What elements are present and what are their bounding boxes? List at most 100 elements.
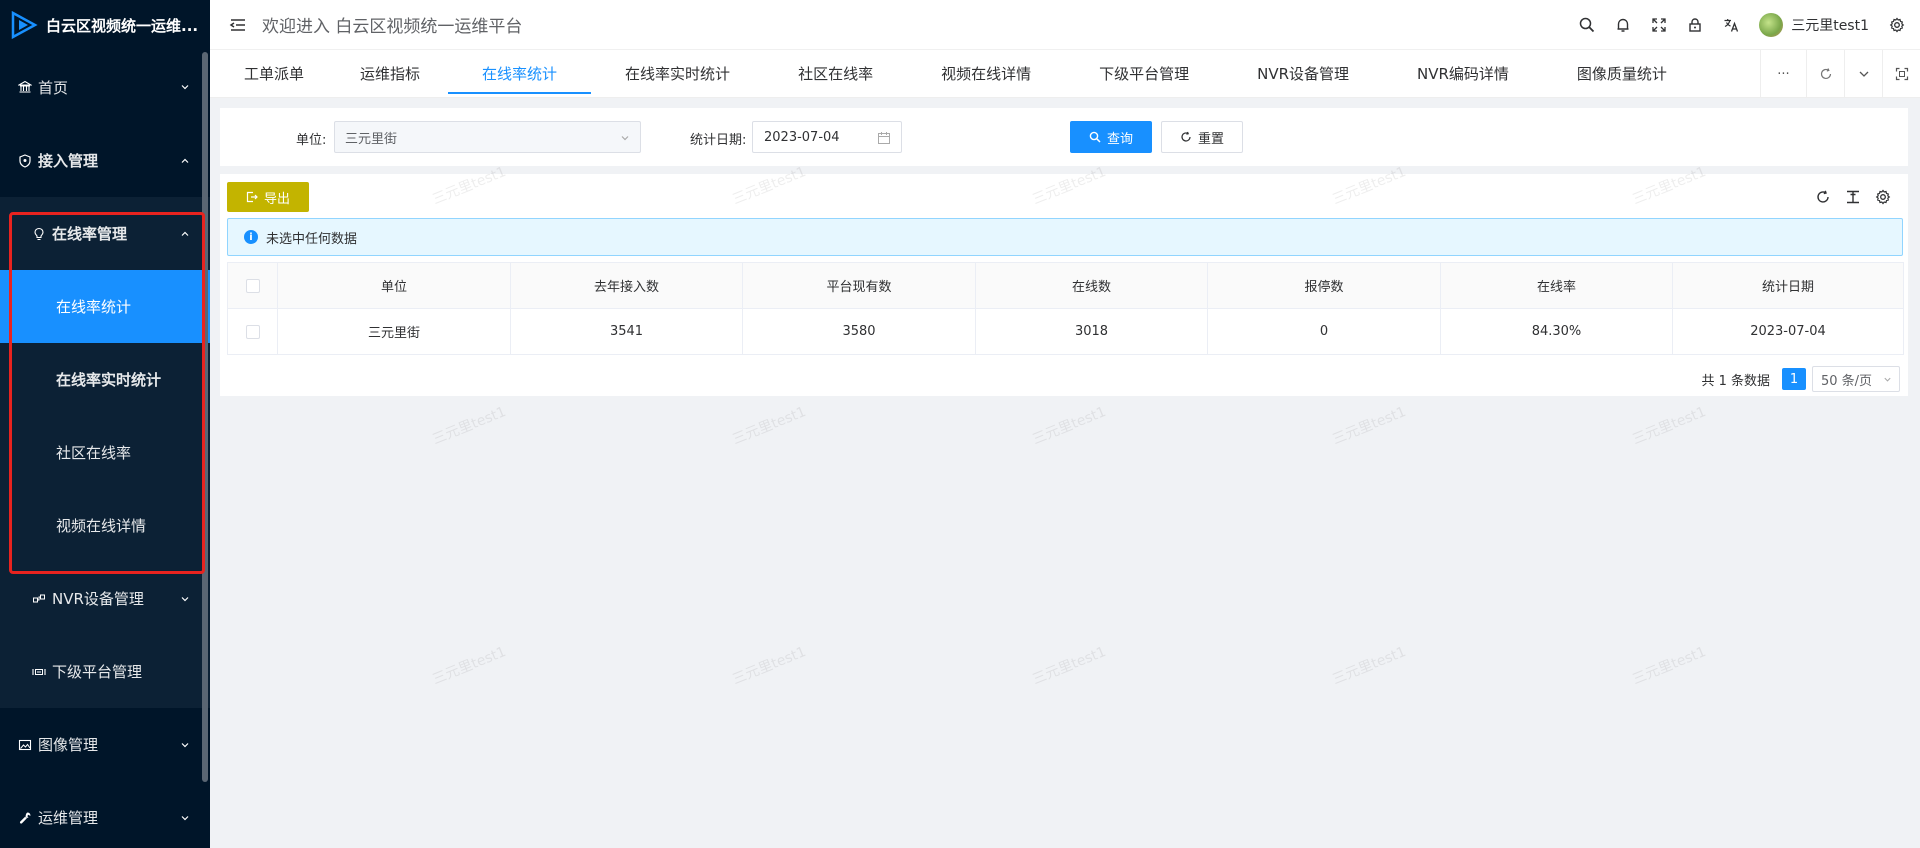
info-icon: i (244, 230, 258, 244)
search-icon[interactable] (1578, 16, 1596, 34)
page-size-select[interactable]: 50 条/页 (1812, 366, 1900, 392)
tab-online-rate-realtime[interactable]: 在线率实时统计 (591, 50, 764, 98)
logo: 白云区视频统一运维... (0, 0, 210, 50)
chevron-up-icon (181, 231, 189, 236)
table-row[interactable]: 三元里街 3541 3580 3018 0 84.30% 2023-07-04 (227, 308, 1904, 355)
sidebar-item-label: 在线率统计 (56, 298, 132, 316)
tab-community-online-rate[interactable]: 社区在线率 (764, 50, 907, 98)
fullscreen-icon[interactable] (1650, 16, 1668, 34)
menu-fold-icon[interactable] (228, 15, 248, 35)
column-header[interactable]: 去年接入数 (510, 262, 743, 309)
tab-online-rate-stats[interactable]: 在线率统计 (448, 50, 592, 98)
watermark-text: 三元里test1 (730, 643, 809, 688)
sidebar-scrollbar[interactable] (202, 52, 208, 782)
watermark-text: 三元里test1 (730, 403, 809, 448)
gear-icon[interactable] (1888, 16, 1906, 34)
table-cell: 2023-07-04 (1672, 308, 1904, 355)
sidebar-item-home[interactable]: 首页 (0, 50, 210, 124)
density-icon[interactable] (1844, 188, 1862, 206)
sidebar-item-label: 首页 (38, 78, 69, 97)
tab-label: 视频在线详情 (941, 65, 1032, 83)
date-picker[interactable]: 2023-07-04 (752, 121, 902, 153)
refresh-tab-icon[interactable] (1806, 50, 1844, 98)
sidebar-item-ops-management[interactable]: 运维管理 (0, 781, 210, 848)
sidebar-item-label: 图像管理 (38, 736, 99, 754)
query-button-label: 查询 (1106, 131, 1133, 147)
reset-button[interactable]: 重置 (1161, 121, 1243, 153)
pagination: 共 1 条数据 1 50 条/页 (1701, 366, 1900, 392)
tab-work-order[interactable]: 工单派单 (220, 50, 332, 98)
username[interactable]: 三元里test1 (1791, 15, 1869, 35)
column-header[interactable]: 单位 (277, 262, 511, 309)
watermark-text: 三元里test1 (1330, 643, 1409, 688)
sidebar-item-label: 在线率实时统计 (56, 371, 162, 389)
sidebar-item-online-rate-stats[interactable]: 在线率统计 (0, 270, 210, 343)
sidebar-item-label: 运维管理 (38, 809, 99, 827)
tab-label: 社区在线率 (798, 65, 874, 83)
tab-sub-platform[interactable]: 下级平台管理 (1065, 50, 1223, 98)
picture-icon (18, 738, 32, 752)
wrench-icon (18, 811, 32, 825)
expand-icon[interactable] (1882, 50, 1920, 98)
sidebar-item-online-rate-realtime[interactable]: 在线率实时统计 (0, 343, 210, 416)
translate-icon[interactable] (1722, 16, 1740, 34)
unit-select[interactable]: 三元里街 (334, 121, 641, 153)
unit-label: 单位: (296, 133, 327, 148)
more-icon: ··· (1777, 66, 1790, 82)
row-select-cell (227, 308, 278, 355)
tab-label: 工单派单 (244, 65, 305, 83)
date-value: 2023-07-04 (764, 129, 840, 145)
tab-list: 工单派单 运维指标 在线率统计 在线率实时统计 社区在线率 视频在线详情 下级平… (210, 50, 1693, 98)
row-checkbox[interactable] (245, 324, 260, 339)
tab-image-quality[interactable]: 图像质量统计 (1543, 50, 1693, 98)
sidebar-item-online-rate[interactable]: 在线率管理 (0, 197, 210, 270)
sidebar-item-label: 在线率管理 (52, 225, 128, 243)
watermark-text: 三元里test1 (1630, 403, 1709, 448)
select-all-checkbox[interactable] (245, 278, 260, 293)
query-button[interactable]: 查询 (1070, 121, 1152, 153)
chevron-down-icon (181, 85, 189, 90)
page-size-value: 50 条/页 (1821, 373, 1873, 389)
watermark-text: 三元里test1 (1330, 403, 1409, 448)
tab-more-button[interactable]: ··· (1760, 50, 1806, 98)
table-cell: 0 (1207, 308, 1441, 355)
tab-nvr-device[interactable]: NVR设备管理 (1223, 50, 1383, 98)
alert-text: 未选中任何数据 (266, 231, 358, 247)
tab-video-online-detail[interactable]: 视频在线详情 (907, 50, 1065, 98)
tab-label: NVR编码详情 (1417, 65, 1509, 83)
page-button-current[interactable]: 1 (1782, 368, 1806, 390)
export-button[interactable]: 导出 (227, 182, 309, 212)
tab-nvr-encoding[interactable]: NVR编码详情 (1383, 50, 1543, 98)
tab-ops-indicators[interactable]: 运维指标 (332, 50, 448, 98)
chevron-down-icon[interactable] (1844, 50, 1882, 98)
date-label: 统计日期: (690, 133, 747, 148)
sidebar-item-nvr-device[interactable]: NVR设备管理 (0, 562, 210, 635)
column-header[interactable]: 在线数 (975, 262, 1208, 309)
sidebar-item-label: NVR设备管理 (52, 590, 144, 608)
tab-label: 图像质量统计 (1576, 65, 1667, 83)
sidebar-item-image-management[interactable]: 图像管理 (0, 708, 210, 781)
sidebar-item-community-online-rate[interactable]: 社区在线率 (0, 416, 210, 489)
column-header[interactable]: 平台现有数 (742, 262, 976, 309)
tab-label: NVR设备管理 (1257, 65, 1350, 83)
chevron-down-icon (1884, 377, 1891, 382)
sidebar-item-access[interactable]: 接入管理 (0, 124, 210, 197)
column-header[interactable]: 报停数 (1207, 262, 1441, 309)
sidebar-item-label: 社区在线率 (56, 444, 132, 462)
refresh-icon[interactable] (1814, 188, 1832, 206)
lock-icon[interactable] (1686, 16, 1704, 34)
gear-icon[interactable] (1874, 188, 1892, 206)
column-header[interactable]: 统计日期 (1672, 262, 1904, 309)
nodes-icon (32, 592, 46, 606)
column-header[interactable]: 在线率 (1440, 262, 1673, 309)
gateway-icon (32, 665, 46, 679)
bell-icon[interactable] (1614, 16, 1632, 34)
sidebar-item-video-online-detail[interactable]: 视频在线详情 (0, 489, 210, 562)
bank-icon (18, 80, 32, 94)
top-header: 欢迎进入 白云区视频统一运维平台 三元里test1 (210, 0, 1920, 50)
table-header-row: 单位 去年接入数 平台现有数 在线数 报停数 在线率 统计日期 (227, 262, 1904, 309)
tab-label: 运维指标 (360, 65, 421, 83)
welcome-text: 欢迎进入 白云区视频统一运维平台 (262, 17, 523, 37)
avatar[interactable] (1759, 13, 1784, 37)
sidebar-item-sub-platform[interactable]: 下级平台管理 (0, 635, 210, 708)
